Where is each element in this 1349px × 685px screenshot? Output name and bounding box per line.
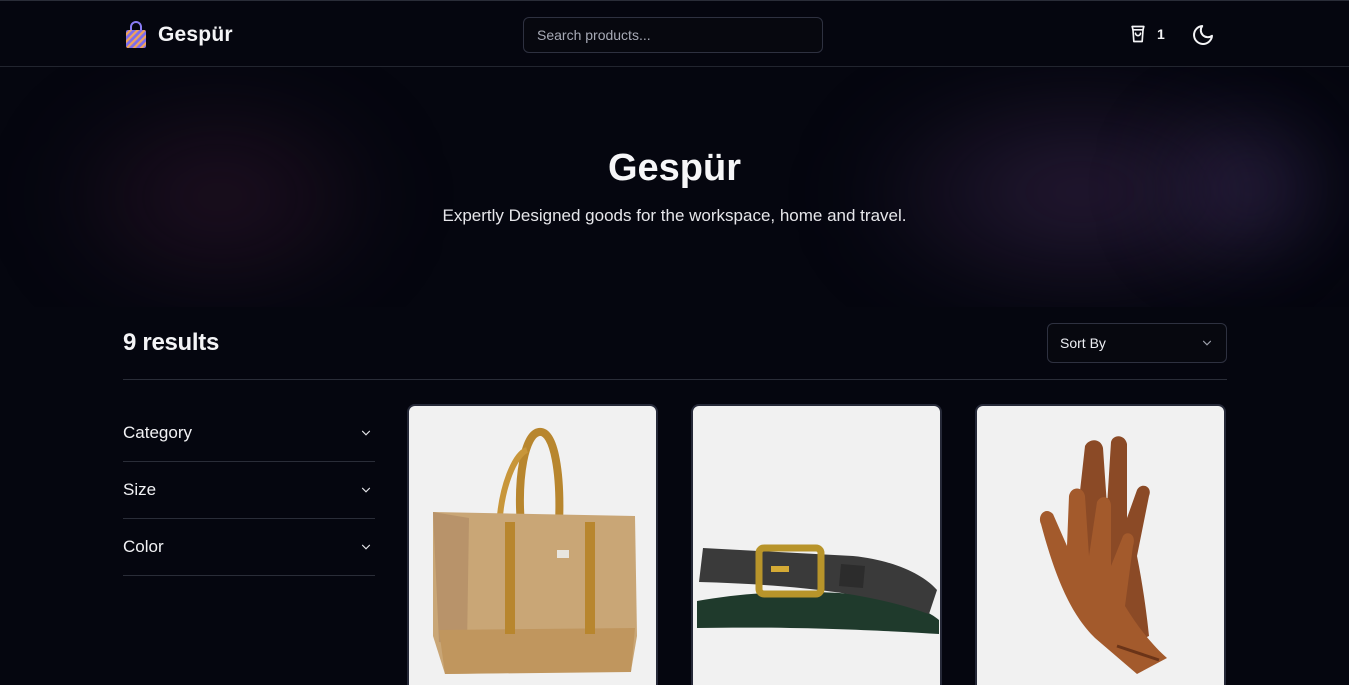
shopping-bag-icon xyxy=(1131,25,1145,43)
theme-toggle-button[interactable] xyxy=(1191,23,1215,47)
filter-label: Size xyxy=(123,480,157,499)
results-count: 9 results xyxy=(123,329,220,356)
filter-label: Category xyxy=(123,423,192,442)
sort-by-label: Sort By xyxy=(1060,335,1106,351)
hero-glow-left xyxy=(40,87,400,307)
chevron-down-icon xyxy=(361,487,371,493)
chevron-down-icon xyxy=(1202,340,1212,346)
cart-button[interactable]: 1 xyxy=(1128,24,1165,44)
product-card-belt[interactable] xyxy=(691,404,942,685)
product-card-gloves[interactable] xyxy=(975,404,1226,685)
hero-section: Gespür Expertly Designed goods for the w… xyxy=(0,67,1349,307)
moon-icon xyxy=(1193,25,1213,45)
hero-title: Gespür xyxy=(607,147,742,189)
brand-logo-link[interactable]: Gespür xyxy=(124,21,233,49)
search-input[interactable] xyxy=(523,17,823,53)
top-navbar: Gespür 1 xyxy=(0,0,1349,67)
canvas-tote-bag-image xyxy=(433,428,637,674)
filter-color[interactable]: Color xyxy=(123,519,375,576)
brand-name: Gespür xyxy=(158,23,233,46)
hero-subtitle: Expertly Designed goods for the workspac… xyxy=(442,206,907,225)
leather-belt-image xyxy=(697,544,939,634)
cart-count: 1 xyxy=(1157,26,1165,42)
chevron-down-icon xyxy=(361,544,371,550)
filter-sidebar: Category Size Color xyxy=(123,405,375,576)
product-card-tote-bag[interactable] xyxy=(407,404,658,685)
sort-by-select[interactable]: Sort By xyxy=(1047,323,1227,363)
results-divider xyxy=(123,379,1227,380)
chevron-down-icon xyxy=(361,430,371,436)
leather-gloves-image xyxy=(1039,436,1167,674)
filter-size[interactable]: Size xyxy=(123,462,375,519)
filter-label: Color xyxy=(123,537,164,556)
filter-category[interactable]: Category xyxy=(123,405,375,462)
shopping-bag-logo-icon xyxy=(126,21,146,48)
